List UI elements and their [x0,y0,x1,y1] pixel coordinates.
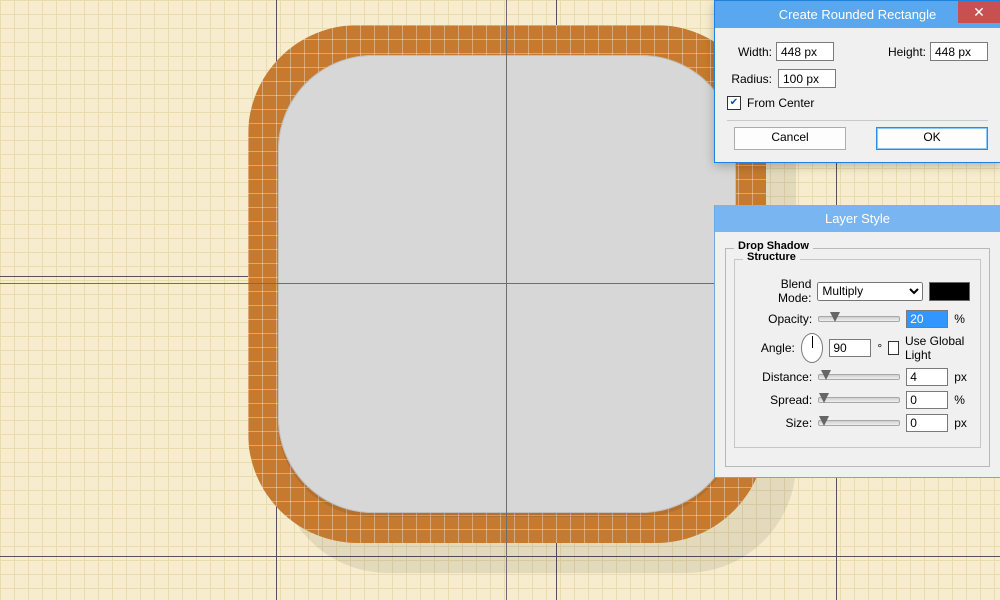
layer-style-panel: Layer Style Drop Shadow Structure Blend … [714,205,1000,478]
distance-label: Distance: [745,370,812,384]
opacity-label: Opacity: [745,312,812,326]
cancel-button[interactable]: Cancel [734,127,846,150]
blend-mode-select[interactable]: Multiply [817,282,923,301]
distance-field[interactable] [906,368,948,386]
from-center-checkbox[interactable]: ✔ [727,96,741,110]
spread-label: Spread: [745,393,812,407]
width-field[interactable] [776,42,834,61]
structure-legend: Structure [743,251,800,263]
shadow-color-swatch[interactable] [929,282,970,301]
structure-group: Structure Blend Mode: Multiply Opacity: … [734,259,981,448]
from-center-label: From Center [747,96,814,110]
angle-dial[interactable] [801,333,824,363]
spread-field[interactable] [906,391,948,409]
degree-unit: ° [877,341,882,355]
width-label: Width: [727,45,772,59]
distance-slider[interactable] [818,374,900,380]
blend-mode-label: Blend Mode: [745,277,811,305]
panel-title: Layer Style [715,205,1000,232]
percent-unit: % [954,312,970,326]
percent-unit-2: % [954,393,970,407]
drop-shadow-group: Drop Shadow Structure Blend Mode: Multip… [725,248,990,467]
separator [727,120,988,121]
dialog-title: Create Rounded Rectangle ✕ [715,1,1000,28]
ok-button-label: OK [923,130,940,144]
angle-field[interactable] [829,339,871,357]
close-icon[interactable]: ✕ [958,1,1000,23]
create-rounded-rectangle-dialog: Create Rounded Rectangle ✕ Width: Height… [714,0,1000,163]
ok-button[interactable]: OK [876,127,988,150]
opacity-field[interactable] [906,310,948,328]
px-unit: px [954,370,970,384]
opacity-slider[interactable] [818,316,900,322]
angle-label: Angle: [745,341,795,355]
size-label: Size: [745,416,812,430]
dialog-title-text: Create Rounded Rectangle [779,7,937,22]
height-field[interactable] [930,42,988,61]
height-label: Height: [881,45,926,59]
px-unit-2: px [954,416,970,430]
cancel-button-label: Cancel [771,130,808,144]
size-slider[interactable] [818,420,900,426]
use-global-light-label: Use Global Light [905,334,970,362]
use-global-light-checkbox[interactable]: ✔ [888,341,899,355]
spread-slider[interactable] [818,397,900,403]
radius-field[interactable] [778,69,836,88]
size-field[interactable] [906,414,948,432]
rounded-rect-inner-shape[interactable] [278,55,736,513]
vertical-guide[interactable] [506,0,507,600]
radius-label: Radius: [727,72,772,86]
